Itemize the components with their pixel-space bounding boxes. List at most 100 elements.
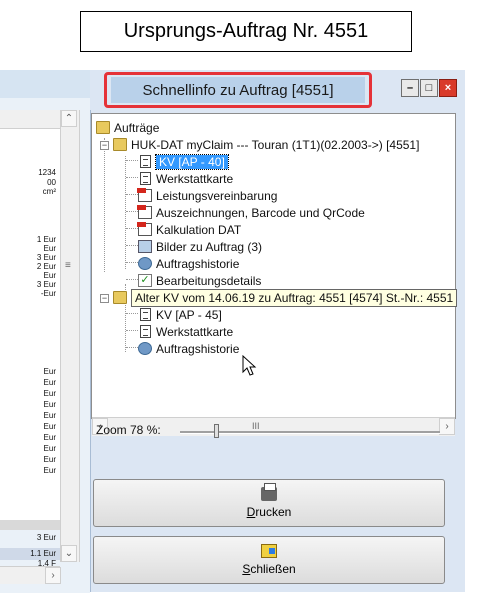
tree-node-label: HUK-DAT myClaim --- Touran (1T1)(02.2003… <box>131 137 420 152</box>
bg-value: Eur <box>43 367 56 376</box>
maximize-button[interactable]: □ <box>420 79 438 97</box>
close-button[interactable]: × <box>439 79 457 97</box>
bg-value: 1.1 Eur <box>30 549 56 558</box>
tree-connector <box>126 347 138 348</box>
tree-item-label: KV [AP - 45] <box>156 307 222 322</box>
minimize-button[interactable]: – <box>401 79 419 97</box>
tree-item-werkstattkarte[interactable]: Werkstattkarte <box>138 323 233 340</box>
tree-connector <box>126 177 138 178</box>
collapse-icon[interactable]: − <box>100 141 109 150</box>
mouse-cursor-icon <box>242 355 257 376</box>
tree-item-auftragshistorie[interactable]: Auftragshistorie <box>138 255 239 272</box>
tree-connector <box>126 279 138 280</box>
tree-root[interactable]: Aufträge <box>96 119 159 136</box>
maximize-icon: □ <box>425 82 433 94</box>
document-icon <box>140 325 151 338</box>
tree-item-werkstattkarte[interactable]: Werkstattkarte <box>138 170 233 187</box>
tree-connector <box>126 211 138 212</box>
zoom-label: Zoom 78 %: <box>96 423 161 437</box>
bg-value: 2 Eur <box>36 262 56 271</box>
tree-item-label: Auszeichnungen, Barcode und QrCode <box>156 205 365 220</box>
bg-value: Eur <box>43 411 56 420</box>
close-icon: × <box>444 82 452 94</box>
scroll-down-icon[interactable]: ⌄ <box>61 545 77 562</box>
tree-item-label: Auftragshistorie <box>156 341 240 356</box>
scroll-grip-icon: III <box>252 421 260 431</box>
tree-connector <box>125 156 126 269</box>
bg-value: Eur <box>43 389 56 398</box>
document-icon <box>140 155 151 168</box>
bg-value: Eur <box>43 400 56 409</box>
tree-item-auftragshistorie[interactable]: Auftragshistorie <box>138 340 239 357</box>
tree-node-order[interactable]: HUK-DAT myClaim --- Touran (1T1)(02.2003… <box>113 136 419 153</box>
pdf-icon <box>137 205 152 219</box>
exit-door-icon <box>261 544 277 558</box>
bg-value: 1234 <box>38 168 56 177</box>
tree-node-label: Alter KV vom 14.06.19 zu Auftrag: 4551 [… <box>131 288 458 307</box>
folder-open-icon <box>113 291 127 304</box>
pdf-icon <box>137 188 152 202</box>
document-icon <box>140 308 151 321</box>
history-icon <box>138 342 152 355</box>
tree-item-label: Auftragshistorie <box>156 256 240 271</box>
tree-connector <box>126 313 138 314</box>
background-horizontal-scrollbar[interactable]: › <box>0 566 61 584</box>
bg-value: Eur <box>43 433 56 442</box>
bg-value: Eur <box>43 455 56 464</box>
bg-value: 3 Eur <box>36 253 56 262</box>
tree-connector <box>126 245 138 246</box>
collapse-icon[interactable]: − <box>100 294 109 303</box>
scroll-up-icon[interactable]: ⌃ <box>61 110 77 127</box>
background-table-band <box>0 520 60 530</box>
tree-item-bearbeitungsdetails[interactable]: ✓ Bearbeitungsdetails <box>138 272 261 289</box>
tree-item-kv[interactable]: KV [AP - 45] <box>138 306 222 323</box>
window-title-highlight: Schnellinfo zu Auftrag [4551] <box>104 72 372 108</box>
bg-value: Eur <box>43 244 56 253</box>
tree-item-kalkulation[interactable]: Kalkulation DAT <box>137 221 241 238</box>
background-vertical-scrollbar[interactable]: ⌃ ≡ ⌄ <box>60 110 80 562</box>
tree-item-label: Werkstattkarte <box>156 171 234 186</box>
print-button[interactable]: Drucken <box>93 479 445 527</box>
background-window-column-header <box>0 110 60 129</box>
tree-item-bilder[interactable]: Bilder zu Auftrag (3) <box>138 238 262 255</box>
bg-value: Eur <box>43 271 56 280</box>
bg-value: 00 <box>47 178 56 187</box>
bg-value: cm² <box>42 187 56 196</box>
tree-connector <box>126 194 138 195</box>
bg-value: 3 Eur <box>36 533 56 542</box>
scroll-right-icon[interactable]: › <box>439 418 455 435</box>
bg-value: Eur <box>43 466 56 475</box>
tree-connector <box>126 330 138 331</box>
tree-item-label: Bilder zu Auftrag (3) <box>156 239 263 254</box>
scroll-right-icon[interactable]: › <box>45 567 61 584</box>
bg-value: Eur <box>43 422 56 431</box>
tree-connector <box>126 262 138 263</box>
tree-item-label: Werkstattkarte <box>156 324 234 339</box>
document-icon <box>140 172 151 185</box>
printer-icon <box>261 483 277 501</box>
checkmark-icon: ✓ <box>138 274 152 287</box>
tree-item-label: KV [AP - 40] <box>155 153 229 170</box>
tree-connector <box>104 138 105 272</box>
tree-root-label: Aufträge <box>114 120 160 135</box>
bg-value: 1 Eur <box>36 235 56 244</box>
tree-node-old-kv[interactable]: Alter KV vom 14.06.19 zu Auftrag: 4551 [… <box>113 288 458 307</box>
tree-item-auszeichnungen[interactable]: Auszeichnungen, Barcode und QrCode <box>137 204 365 221</box>
scroll-grip-icon: ≡ <box>65 260 71 271</box>
tree-connector <box>126 160 138 161</box>
print-button-label: Drucken <box>246 505 292 519</box>
zoom-slider-track[interactable] <box>180 431 440 434</box>
caption-label: Ursprungs-Auftrag Nr. 4551 <box>80 11 412 52</box>
window-title: Schnellinfo zu Auftrag [4551] <box>111 77 365 103</box>
close-dialog-button[interactable]: Schließen <box>93 536 445 584</box>
zoom-slider-thumb[interactable] <box>214 424 219 438</box>
bg-value: Eur <box>43 444 56 453</box>
order-tree[interactable]: Aufträge − HUK-DAT myClaim --- Touran (1… <box>91 113 458 419</box>
tree-item-kv[interactable]: KV [AP - 40] <box>138 153 229 170</box>
folder-open-icon <box>113 138 127 151</box>
pdf-icon <box>137 222 152 236</box>
images-icon <box>138 240 152 253</box>
tree-item-leistungsvereinbarung[interactable]: Leistungsvereinbarung <box>137 187 278 204</box>
bg-value: -Eur <box>40 289 56 298</box>
tree-item-label: Leistungsvereinbarung <box>156 188 278 203</box>
